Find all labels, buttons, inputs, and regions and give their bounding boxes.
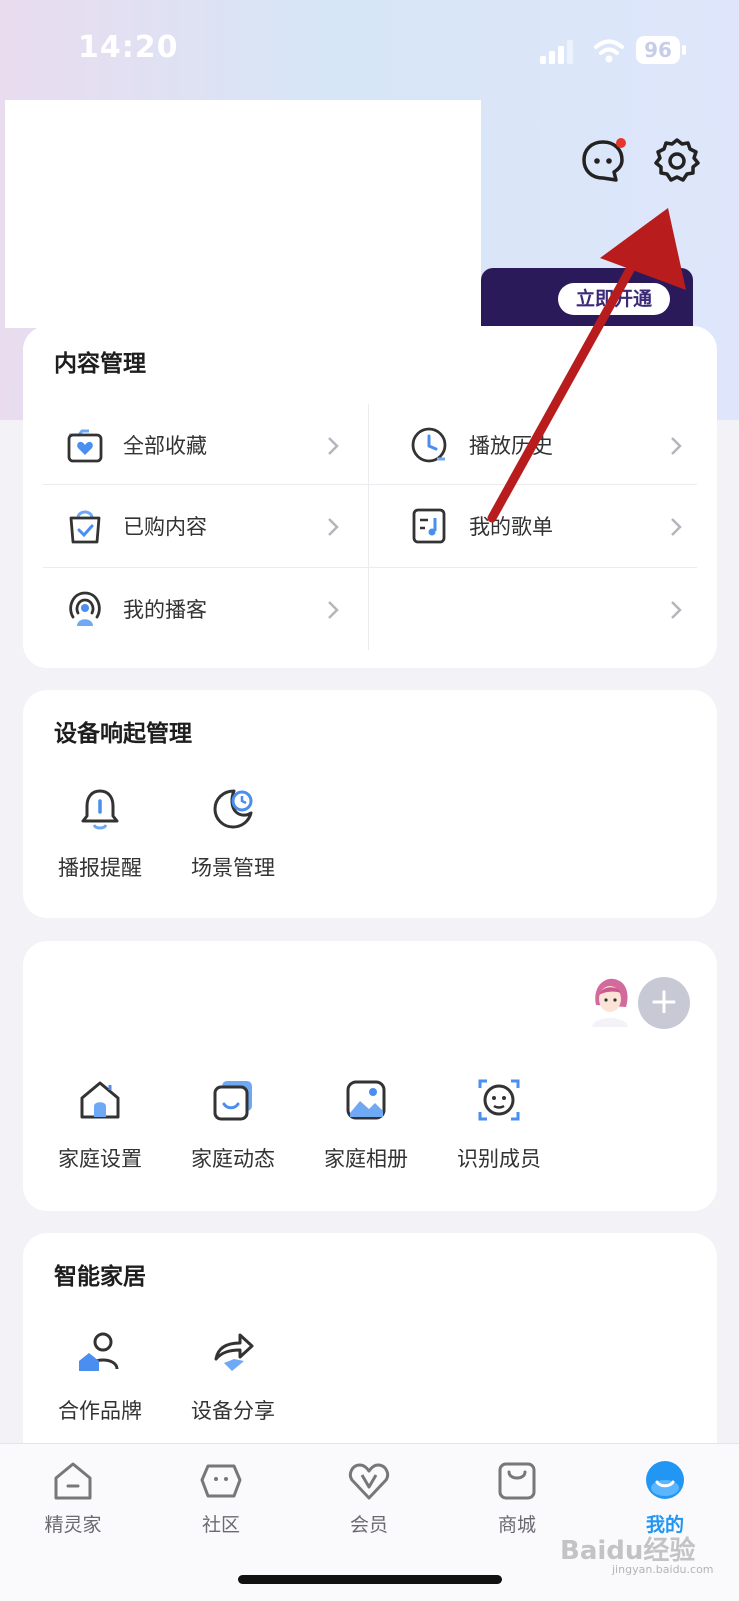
tab-community[interactable]: 社区 bbox=[176, 1458, 266, 1537]
content-item-empty[interactable] bbox=[369, 568, 697, 650]
community-tab-icon bbox=[200, 1464, 242, 1498]
content-item-label: 播放历史 bbox=[469, 434, 553, 458]
tab-label: 商城 bbox=[497, 1514, 536, 1536]
content-item-label: 已购内容 bbox=[123, 515, 207, 539]
tab-label: 社区 bbox=[201, 1514, 240, 1536]
status-bar: 14:20 96 bbox=[0, 0, 739, 100]
tile-label: 识别成员 bbox=[457, 1147, 541, 1171]
device-management-card: 设备响起管理 播报提醒 场景管理 bbox=[23, 690, 717, 918]
watermark-url: jingyan.baidu.com bbox=[612, 1563, 714, 1576]
content-management-title: 内容管理 bbox=[54, 351, 146, 377]
tile-family-album[interactable]: 家庭相册 bbox=[316, 1077, 416, 1173]
content-item-label: 我的播客 bbox=[123, 598, 207, 622]
home-indicator bbox=[238, 1575, 502, 1584]
battery-cap bbox=[682, 45, 686, 55]
playlist-icon bbox=[412, 508, 446, 544]
status-time: 14:20 bbox=[78, 30, 179, 65]
wifi-icon bbox=[594, 39, 624, 63]
battery-indicator: 96 bbox=[636, 36, 688, 64]
tile-broadcast-reminder[interactable]: 播报提醒 bbox=[50, 786, 150, 882]
content-item-purchased[interactable]: 已购内容 bbox=[43, 485, 368, 567]
cellular-signal-icon bbox=[540, 40, 573, 64]
tile-label: 播报提醒 bbox=[58, 856, 142, 880]
chevron-right-icon bbox=[328, 518, 339, 536]
chevron-right-icon bbox=[328, 601, 339, 619]
tile-partner-brands[interactable]: 合作品牌 bbox=[50, 1329, 150, 1425]
folder-heart-icon bbox=[67, 429, 103, 463]
tile-label: 家庭相册 bbox=[324, 1147, 408, 1171]
tile-family-settings[interactable]: 家庭设置 bbox=[50, 1077, 150, 1173]
content-item-podcast[interactable]: 我的播客 bbox=[43, 568, 368, 650]
notification-dot bbox=[616, 138, 626, 148]
bell-icon bbox=[81, 789, 119, 830]
tile-family-activity[interactable]: 家庭动态 bbox=[183, 1077, 283, 1173]
content-item-favorites[interactable]: 全部收藏 bbox=[43, 404, 368, 486]
face-scan-icon bbox=[478, 1079, 520, 1121]
vip-tab-icon bbox=[348, 1463, 390, 1500]
home-tab-icon bbox=[54, 1462, 92, 1500]
tab-vip[interactable]: 会员 bbox=[324, 1458, 414, 1537]
tab-me[interactable]: 我的 bbox=[620, 1458, 710, 1537]
redacted-profile-area bbox=[5, 100, 481, 328]
smile-card-icon bbox=[213, 1081, 252, 1121]
tile-label: 家庭设置 bbox=[58, 1147, 142, 1171]
watermark-logo: Baidu经验 bbox=[560, 1536, 696, 1566]
chevron-right-icon bbox=[671, 518, 682, 536]
tile-label: 家庭动态 bbox=[191, 1147, 275, 1171]
tab-label: 会员 bbox=[349, 1514, 388, 1536]
smart-home-card: 智能家居 合作品牌 设备分享 bbox=[23, 1233, 717, 1473]
tab-home[interactable]: 精灵家 bbox=[28, 1458, 118, 1537]
person-brand-icon bbox=[79, 1332, 119, 1371]
tile-scene-management[interactable]: 场景管理 bbox=[183, 786, 283, 882]
battery-level: 96 bbox=[636, 36, 680, 64]
photo-icon bbox=[346, 1080, 386, 1120]
content-item-playlists[interactable]: 我的歌单 bbox=[369, 485, 697, 567]
smart-home-title: 智能家居 bbox=[54, 1264, 146, 1290]
content-item-label: 全部收藏 bbox=[123, 434, 207, 458]
content-item-history[interactable]: 播放历史 bbox=[369, 404, 697, 486]
tab-shop[interactable]: 商城 bbox=[472, 1458, 562, 1537]
vip-open-button[interactable]: 立即开通 bbox=[558, 283, 670, 315]
chevron-right-icon bbox=[328, 437, 339, 455]
content-management-card: 内容管理 全部收藏 播放历史 已购内容 我的歌单 我的播客 bbox=[23, 326, 717, 668]
content-item-label: 我的歌单 bbox=[469, 515, 553, 539]
house-icon bbox=[80, 1081, 120, 1119]
tile-label: 设备分享 bbox=[191, 1399, 275, 1423]
clock-icon bbox=[411, 427, 447, 463]
shopping-bag-check-icon bbox=[69, 510, 101, 544]
member-avatar[interactable] bbox=[588, 975, 632, 1027]
chevron-right-icon bbox=[671, 601, 682, 619]
device-management-title: 设备响起管理 bbox=[54, 721, 192, 747]
chevron-right-icon bbox=[671, 437, 682, 455]
tile-identify-member[interactable]: 识别成员 bbox=[449, 1077, 549, 1173]
me-tab-icon bbox=[646, 1461, 684, 1499]
tile-label: 场景管理 bbox=[191, 856, 275, 880]
moon-clock-icon bbox=[213, 789, 253, 829]
tile-label: 合作品牌 bbox=[58, 1399, 142, 1423]
add-member-button[interactable]: + bbox=[638, 977, 690, 1029]
tab-label: 精灵家 bbox=[44, 1514, 102, 1536]
tile-device-share[interactable]: 设备分享 bbox=[183, 1329, 283, 1425]
gear-icon[interactable] bbox=[652, 136, 702, 186]
share-arrow-icon bbox=[214, 1333, 254, 1371]
shop-tab-icon bbox=[498, 1462, 536, 1500]
podcast-icon bbox=[69, 591, 101, 626]
